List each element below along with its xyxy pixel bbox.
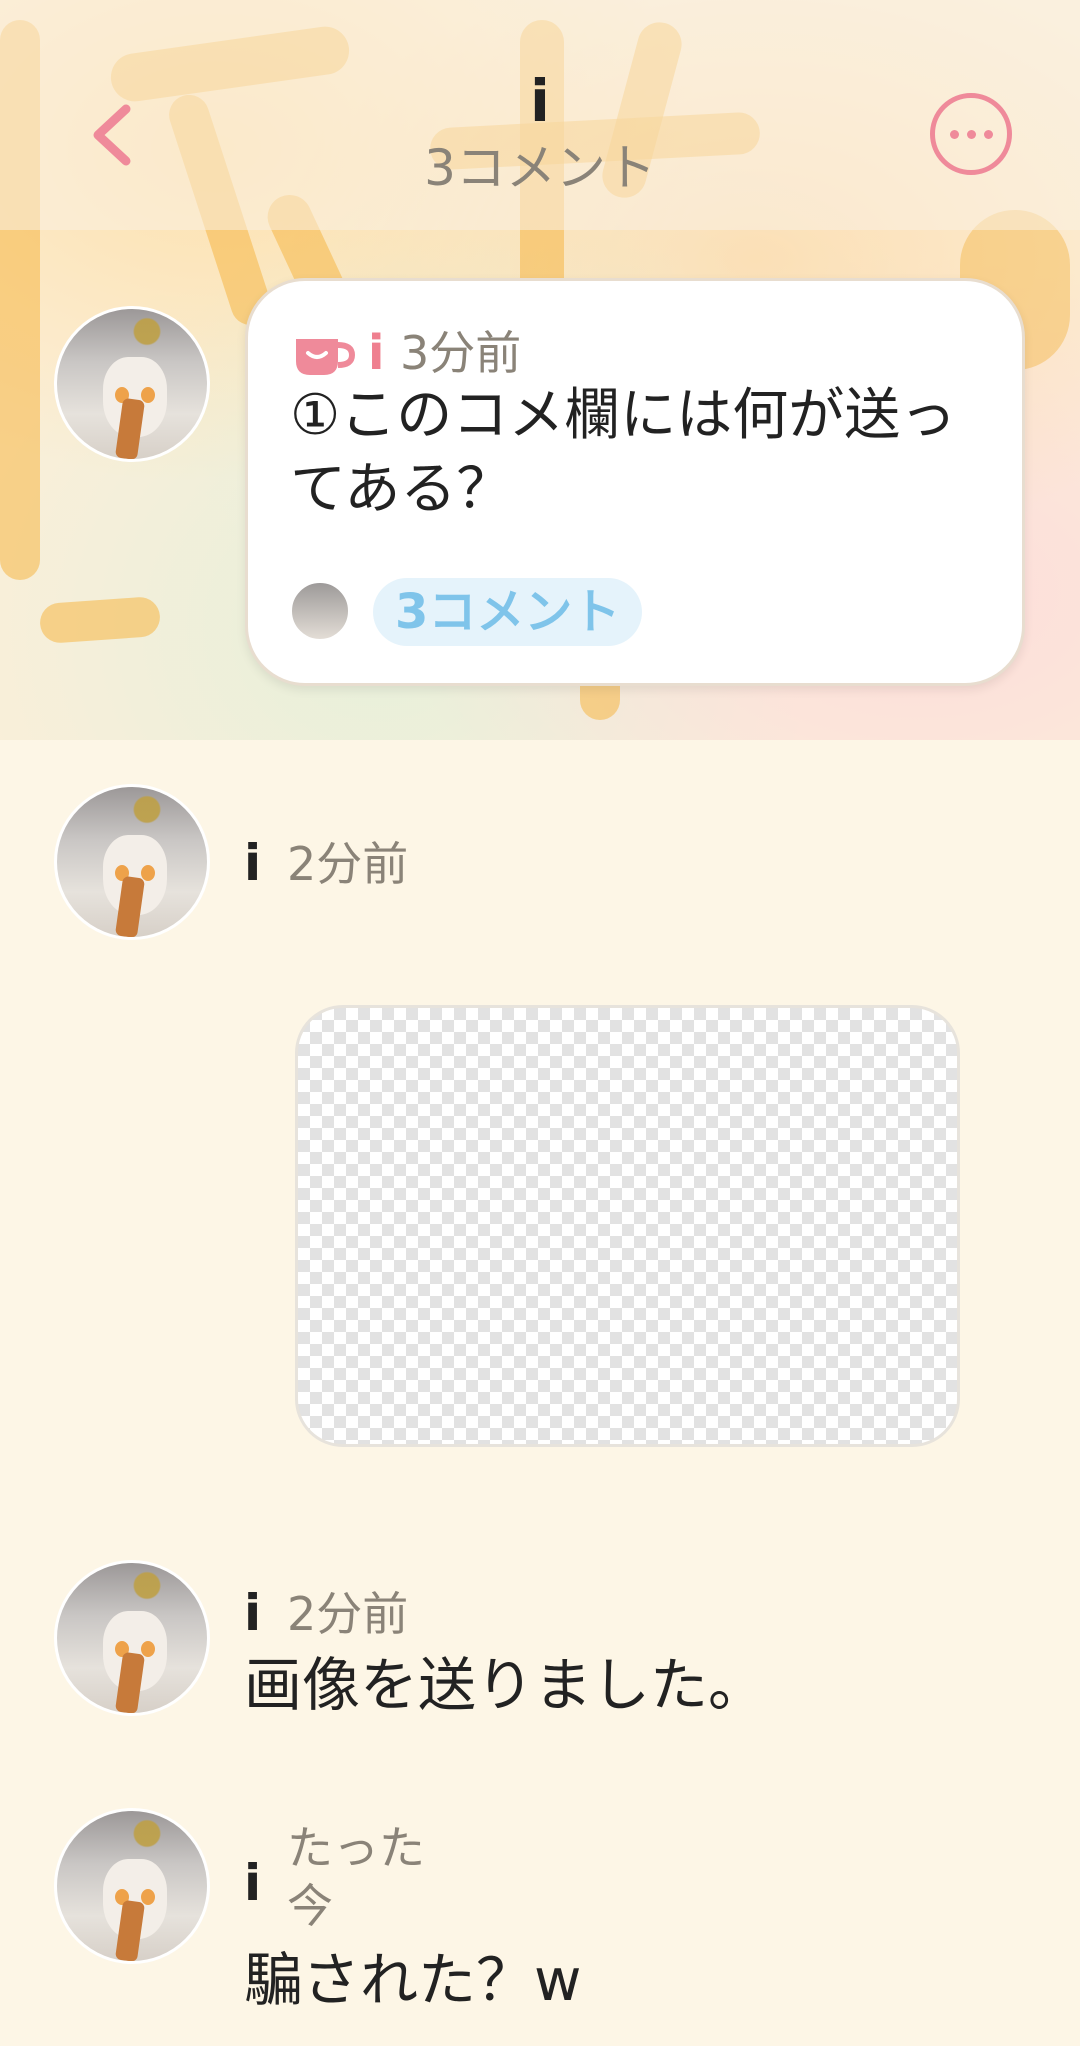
more-dot-icon — [966, 129, 976, 139]
page-title: i — [530, 67, 550, 135]
comment-timestamp-line2: 今 — [287, 1879, 333, 1933]
background-brush-stroke — [38, 595, 162, 645]
comment-count-pill[interactable]: 3コメント — [373, 578, 643, 646]
post-author-name[interactable]: i — [368, 323, 384, 383]
comment-timestamp: 2分前 — [287, 837, 409, 891]
avatar[interactable] — [54, 1560, 210, 1716]
avatar-eye — [141, 1641, 155, 1657]
cup-icon — [296, 339, 356, 375]
root-post-card[interactable]: i 3分前 ①このコメ欄には何が送ってある？ 3コメント — [245, 278, 1025, 686]
more-dot-icon — [983, 129, 993, 139]
comment-text: 騙された？w — [244, 1946, 582, 2014]
post-body: ①このコメ欄には何が送ってある？ — [290, 383, 957, 522]
comment-author-name[interactable]: i — [244, 1853, 261, 1913]
avatar-eye — [141, 1889, 155, 1905]
avatar-eye — [141, 387, 155, 403]
avatar[interactable] — [54, 784, 210, 940]
comment-image-attachment[interactable] — [295, 1005, 960, 1447]
comment-timestamp: 2分前 — [287, 1587, 409, 1641]
more-options-button[interactable] — [930, 93, 1012, 175]
avatar[interactable] — [54, 306, 210, 462]
comment-timestamp: たった — [287, 1821, 425, 1875]
more-dot-icon — [949, 129, 959, 139]
avatar[interactable] — [54, 1808, 210, 1964]
commenter-avatar — [290, 581, 350, 641]
post-timestamp: 3分前 — [400, 326, 522, 380]
page-subtitle-comment-count: 3コメント — [424, 139, 656, 197]
comment-author-name[interactable]: i — [244, 833, 261, 893]
avatar-eye — [141, 865, 155, 881]
comment-author-name[interactable]: i — [244, 1583, 261, 1643]
comment-text: 画像を送りました。 — [244, 1651, 767, 1719]
